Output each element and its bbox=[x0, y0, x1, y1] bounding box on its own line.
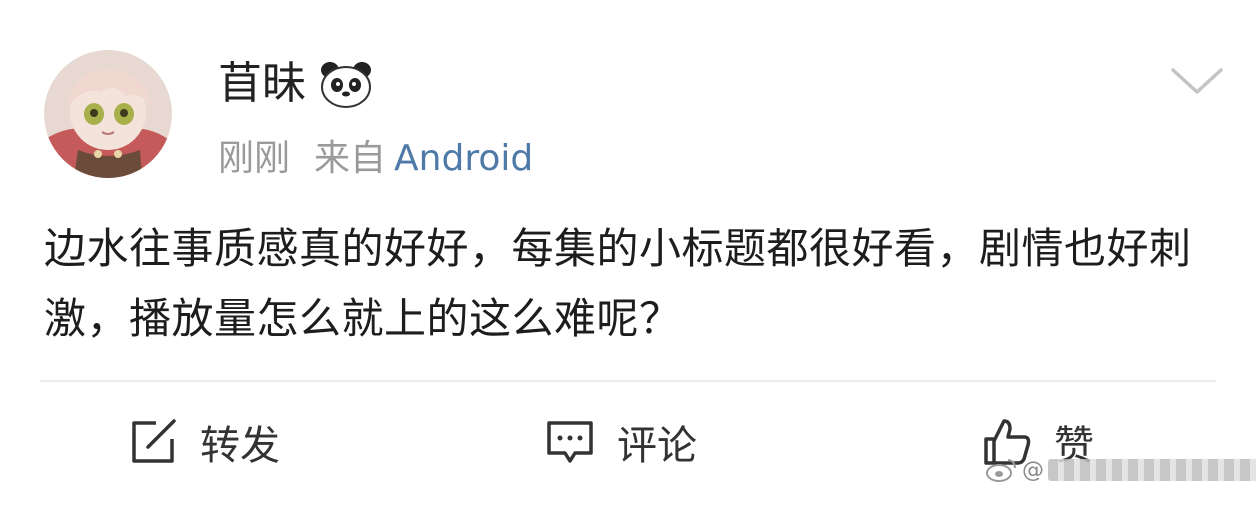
comment-button[interactable]: 评论 bbox=[543, 410, 697, 474]
watermark-handle-redacted bbox=[1048, 459, 1256, 481]
comment-label: 评论 bbox=[617, 423, 697, 469]
author-row: 苜昧 bbox=[218, 56, 374, 112]
watermark: @ bbox=[984, 456, 1256, 484]
panda-icon bbox=[321, 62, 371, 108]
comment-icon bbox=[547, 421, 593, 463]
watermark-prefix: @ bbox=[1022, 457, 1044, 483]
repost-button[interactable]: 转发 bbox=[126, 410, 280, 474]
avatar[interactable] bbox=[44, 50, 172, 178]
source-label: 来自 bbox=[314, 138, 387, 179]
repost-label: 转发 bbox=[200, 423, 280, 469]
post-time: 刚刚 bbox=[218, 138, 291, 179]
divider bbox=[40, 380, 1216, 382]
repost-icon bbox=[132, 419, 176, 463]
post-content: 边水往事质感真的好好，每集的小标题都很好看，剧情也好刺激，播放量怎么就上的这么难… bbox=[44, 224, 1192, 343]
chevron-down-icon[interactable] bbox=[1170, 66, 1224, 96]
weibo-logo-icon bbox=[986, 459, 1016, 482]
author-name[interactable]: 苜昧 bbox=[218, 56, 306, 112]
post-meta: 刚刚 来自 Android bbox=[218, 136, 533, 182]
device-link[interactable]: Android bbox=[394, 138, 533, 179]
anime-avatar-icon bbox=[44, 50, 172, 178]
